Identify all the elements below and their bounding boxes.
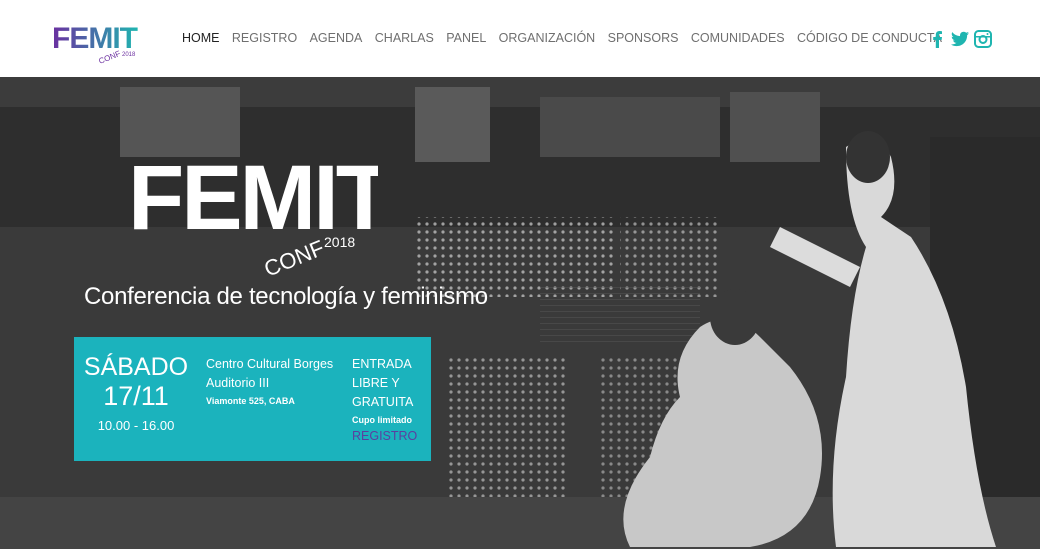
event-day: SÁBADO: [83, 353, 189, 381]
nav-agenda[interactable]: AGENDA: [310, 31, 363, 45]
entry-line-3: GRATUITA: [352, 395, 414, 409]
facebook-icon[interactable]: [928, 30, 946, 48]
event-hours: 10.00 - 16.00: [97, 418, 175, 433]
nav-sponsors[interactable]: SPONSORS: [608, 31, 679, 45]
nav-charlas[interactable]: CHARLAS: [375, 31, 434, 45]
nav-organizacion[interactable]: ORGANIZACIÓN: [499, 31, 596, 45]
nav-home[interactable]: HOME: [182, 31, 220, 45]
event-date-value: 17/11: [103, 381, 169, 411]
svg-text:FEMIT: FEMIT: [52, 22, 138, 55]
femit-logo[interactable]: FEMIT CONF 2018: [52, 10, 140, 68]
nav-registro[interactable]: REGISTRO: [232, 31, 297, 45]
svg-text:2018: 2018: [324, 234, 355, 250]
main-nav: HOME REGISTRO AGENDA CHARLAS PANEL ORGAN…: [182, 31, 954, 45]
hero-femit-logo: FEMIT CONF 2018: [128, 147, 378, 282]
twitter-icon[interactable]: [951, 30, 969, 48]
social-links: [928, 30, 992, 48]
event-entry: ENTRADA LIBRE Y GRATUITA Cupo limitado R…: [352, 355, 432, 443]
venue-name: Centro Cultural Borges: [206, 357, 334, 371]
venue-room: Auditorio III: [206, 376, 270, 390]
limited-capacity: Cupo limitado: [352, 415, 412, 425]
entry-line-2: LIBRE Y: [352, 376, 400, 390]
event-venue: Centro Cultural Borges Auditorio III Via…: [206, 355, 336, 406]
event-date: SÁBADO 17/11 10.00 - 16.00: [74, 353, 198, 433]
register-link[interactable]: REGISTRO: [352, 429, 432, 443]
svg-text:2018: 2018: [122, 52, 136, 58]
venue-address: Viamonte 525, CABA: [206, 396, 295, 406]
entry-line-1: ENTRADA: [352, 357, 412, 371]
hero-banner: FEMIT CONF 2018 Conferencia de tecnologí…: [0, 77, 1040, 549]
instagram-icon[interactable]: [974, 30, 992, 48]
top-navbar: FEMIT CONF 2018 HOME REGISTRO AGENDA CHA…: [0, 0, 1040, 77]
nav-panel[interactable]: PANEL: [446, 31, 486, 45]
nav-comunidades[interactable]: COMUNIDADES: [691, 31, 785, 45]
event-info-box: SÁBADO 17/11 10.00 - 16.00 Centro Cultur…: [74, 337, 431, 461]
hero-tagline: Conferencia de tecnología y feminismo: [84, 283, 488, 310]
nav-codigo-de-conducta[interactable]: CÓDIGO DE CONDUCTA: [797, 31, 942, 45]
